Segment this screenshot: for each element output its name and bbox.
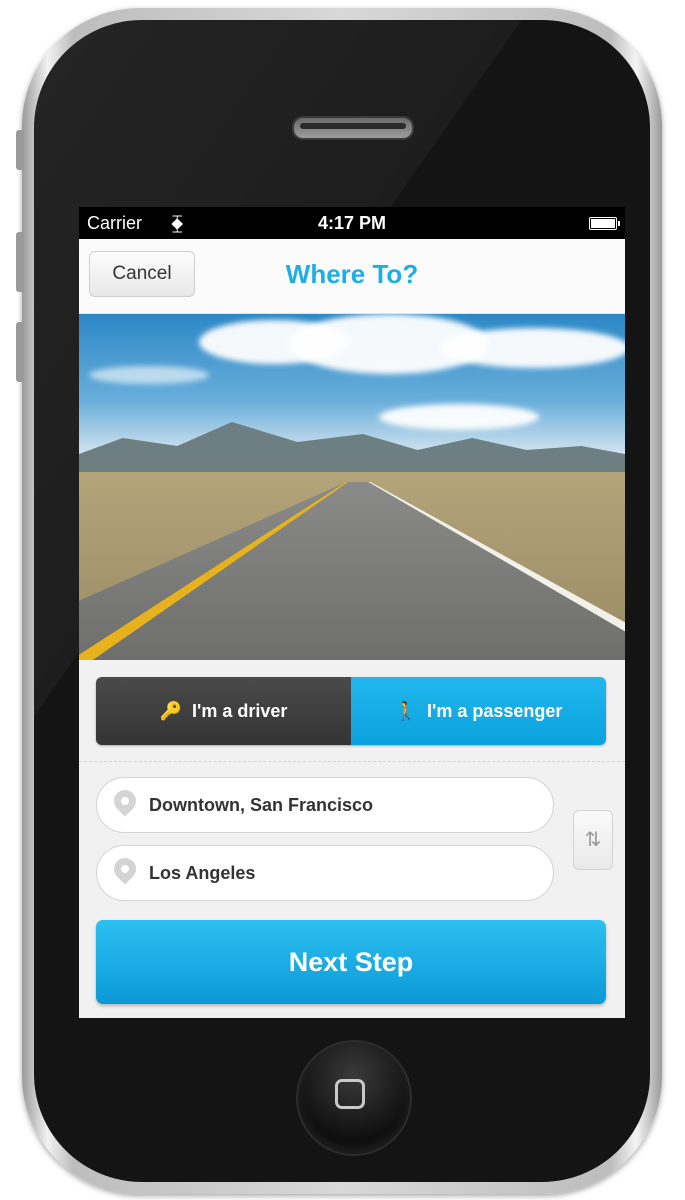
driver-label: I'm a driver <box>192 701 288 721</box>
location-pin-icon <box>109 853 141 885</box>
hero-road-image <box>79 314 625 660</box>
status-bar: Carrier ⧱ 4:17 PM <box>79 207 625 239</box>
cloud <box>89 366 209 384</box>
destination-value: Los Angeles <box>149 863 256 883</box>
passenger-label: I'm a passenger <box>427 701 563 721</box>
home-button[interactable] <box>296 1040 412 1156</box>
battery-icon <box>589 217 620 230</box>
origin-value: Downtown, San Francisco <box>149 795 374 815</box>
driver-toggle[interactable]: 🔑 I'm a driver <box>96 677 351 745</box>
cloud <box>439 328 625 368</box>
earpiece-speaker <box>292 116 414 140</box>
location-pin-icon <box>109 785 141 817</box>
destination-field[interactable]: Los Angeles <box>96 845 554 901</box>
cloud <box>379 404 539 430</box>
mute-switch <box>16 130 24 170</box>
divider <box>79 761 625 762</box>
app-screen: Carrier ⧱ 4:17 PM Where To? Cancel 🔑 I'm … <box>79 207 625 1018</box>
passenger-toggle[interactable]: 🚶 I'm a passenger <box>351 677 606 745</box>
cancel-button[interactable]: Cancel <box>89 251 195 297</box>
driver-icon: 🔑 <box>159 701 183 721</box>
swap-icon: ⇅ <box>584 829 602 851</box>
volume-up-button <box>16 232 24 292</box>
volume-down-button <box>16 322 24 382</box>
role-toggle: 🔑 I'm a driver 🚶 I'm a passenger <box>96 677 606 745</box>
origin-field[interactable]: Downtown, San Francisco <box>96 777 554 833</box>
home-square-icon <box>335 1079 365 1109</box>
next-step-button[interactable]: Next Step <box>96 920 606 1004</box>
swap-button[interactable]: ⇅ <box>573 810 613 870</box>
navigation-bar: Where To? Cancel <box>79 239 625 314</box>
passenger-icon: 🚶 <box>394 701 418 721</box>
status-time: 4:17 PM <box>317 213 387 233</box>
